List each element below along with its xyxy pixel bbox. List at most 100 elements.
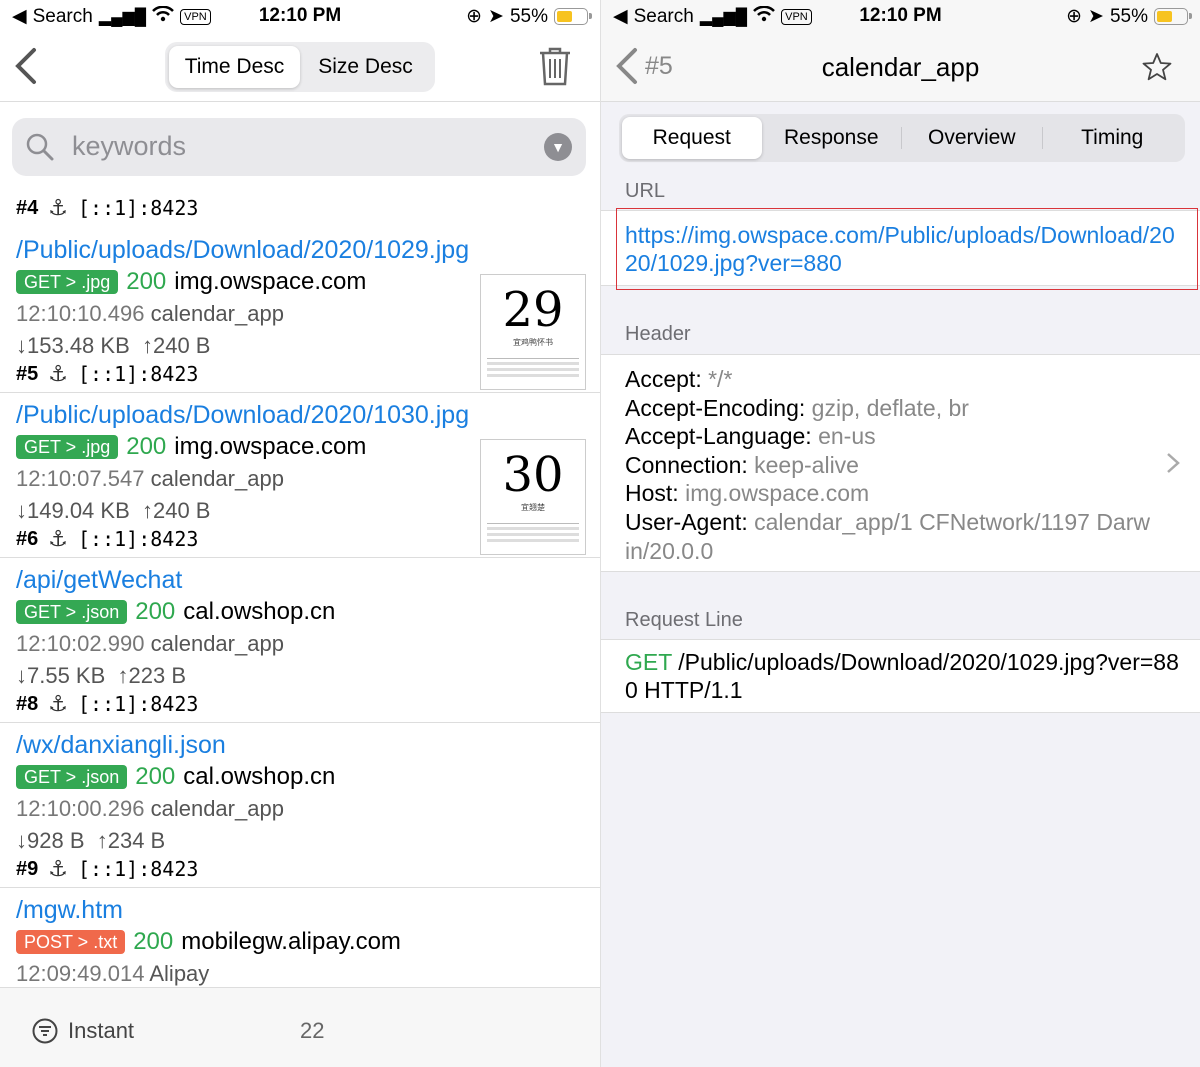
header-row: Accept: */* bbox=[625, 365, 1150, 394]
filter-icon[interactable] bbox=[32, 1018, 58, 1049]
method-badge: GET > .json bbox=[16, 600, 128, 624]
image-thumbnail[interactable]: 29 宜鸡鸭怀书 bbox=[480, 274, 586, 390]
image-thumbnail[interactable]: 30 宜翘楚 bbox=[480, 439, 586, 555]
host: cal.owshop.cn bbox=[183, 598, 336, 625]
status-bar: ◀ Search ▂▄▆█ VPN 12:10 PM ⊕ ➤ 55% bbox=[0, 0, 600, 34]
header-key: Accept: bbox=[625, 366, 702, 392]
list-item[interactable]: /mgw.htm POST > .txt 200 mobilegw.alipay… bbox=[0, 888, 600, 998]
header-value: img.owspace.com bbox=[685, 480, 870, 507]
trash-icon[interactable] bbox=[538, 46, 572, 86]
request-path: /Public/uploads/Download/2020/1029.jpg bbox=[16, 236, 470, 264]
tab-timing[interactable]: Timing bbox=[1043, 117, 1183, 159]
header-row: Accept-Language: en-us bbox=[625, 422, 1150, 451]
app-name: calendar_app bbox=[150, 796, 284, 821]
anchor-icon: ⚓ bbox=[48, 691, 68, 716]
request-line-card[interactable]: GET /Public/uploads/Download/2020/1029.j… bbox=[601, 639, 1200, 713]
client-address: [::1]:8423 bbox=[77, 692, 199, 716]
headers-card[interactable]: Accept: */* Accept-Encoding: gzip, defla… bbox=[601, 354, 1200, 572]
filter-mode-label[interactable]: Instant bbox=[68, 1018, 134, 1044]
detail-navbar: #5 calendar_app bbox=[601, 34, 1200, 102]
anchor-icon: ⚓ bbox=[48, 526, 68, 551]
header-key: Accept-Language: bbox=[625, 423, 812, 450]
request-list-screen: ◀ Search ▂▄▆█ VPN 12:10 PM ⊕ ➤ 55% Time … bbox=[0, 0, 600, 1067]
chevron-down-icon[interactable]: ▼ bbox=[544, 133, 572, 161]
timestamp: 12:10:10.496 bbox=[16, 301, 145, 326]
header-row: Connection: keep-alive bbox=[625, 451, 1150, 480]
request-id: #4 bbox=[16, 196, 39, 219]
header-value: gzip, deflate, br bbox=[811, 394, 969, 421]
request-id: #6 bbox=[16, 527, 39, 550]
upload-size: ↑234 B bbox=[96, 828, 166, 853]
method-badge: GET > .json bbox=[16, 765, 128, 789]
request-path: /Public/uploads/Download/2020/1030.jpg bbox=[16, 401, 470, 429]
status-code: 200 bbox=[126, 433, 167, 460]
header-row: User-Agent: calendar_app/1 CFNetwork/119… bbox=[625, 508, 1150, 565]
host: cal.owshop.cn bbox=[183, 763, 336, 790]
anchor-icon: ⚓ bbox=[48, 856, 68, 881]
timestamp: 12:09:49.014 bbox=[16, 961, 145, 986]
url-card[interactable]: https://img.owspace.com/Public/uploads/D… bbox=[601, 208, 1200, 290]
header-key: Host: bbox=[625, 480, 679, 507]
battery-percent: 55% bbox=[1109, 5, 1148, 27]
request-method: GET bbox=[625, 649, 672, 675]
request-count: 22 bbox=[300, 1018, 325, 1043]
list-item[interactable]: /api/getWechat GET > .json 200 cal.owsho… bbox=[0, 558, 600, 723]
host: img.owspace.com bbox=[174, 433, 367, 460]
upload-size: ↑240 B bbox=[141, 333, 211, 358]
header-value: */* bbox=[708, 366, 733, 392]
list-item[interactable]: /Public/uploads/Download/2020/1030.jpg G… bbox=[0, 393, 600, 558]
app-name: Alipay bbox=[149, 961, 210, 986]
thumbnail-number: 30 bbox=[502, 447, 564, 503]
download-size: ↓928 B bbox=[16, 828, 85, 853]
status-code: 200 bbox=[133, 928, 174, 955]
thumbnail-number: 29 bbox=[502, 282, 564, 338]
header-row: Accept-Encoding: gzip, deflate, br bbox=[625, 394, 1150, 423]
app-name: calendar_app bbox=[150, 301, 284, 326]
star-icon[interactable] bbox=[1142, 52, 1172, 87]
search-icon bbox=[26, 133, 54, 166]
tab-request[interactable]: Request bbox=[622, 117, 762, 159]
search-bar[interactable]: keywords ▼ bbox=[12, 118, 586, 176]
download-size: ↓153.48 KB bbox=[16, 333, 130, 358]
detail-tabs: Request Response Overview Timing bbox=[619, 114, 1185, 162]
page-title: calendar_app bbox=[821, 52, 980, 82]
back-chevron-icon[interactable] bbox=[14, 46, 38, 93]
location-icon: ➤ bbox=[1088, 6, 1104, 27]
method-badge: GET > .jpg bbox=[16, 270, 119, 294]
rotation-lock-icon: ⊕ bbox=[1066, 6, 1083, 27]
header-key: User-Agent: bbox=[625, 508, 748, 535]
list-item[interactable]: /wx/danxiangli.json GET > .json 200 cal.… bbox=[0, 723, 600, 888]
anchor-icon: ⚓ bbox=[48, 195, 68, 220]
tab-response[interactable]: Response bbox=[762, 117, 902, 159]
list-item[interactable]: /Public/uploads/Download/2020/1029.jpg G… bbox=[0, 228, 600, 393]
sort-size-desc[interactable]: Size Desc bbox=[300, 46, 431, 88]
bottom-toolbar: Instant 22 bbox=[0, 987, 600, 1067]
request-path: /wx/danxiangli.json bbox=[16, 731, 226, 759]
battery-percent: 55% bbox=[509, 5, 548, 27]
request-url[interactable]: https://img.owspace.com/Public/uploads/D… bbox=[625, 221, 1176, 277]
status-bar: ◀ Search ▂▄▆█ VPN 12:10 PM ⊕ ➤ 55% bbox=[601, 0, 1200, 34]
sort-time-desc[interactable]: Time Desc bbox=[169, 46, 300, 88]
battery-icon bbox=[554, 8, 592, 25]
request-path: /api/getWechat bbox=[16, 566, 183, 594]
app-name: calendar_app bbox=[150, 466, 284, 491]
upload-size: ↑240 B bbox=[141, 498, 211, 523]
request-line-section-header: Request Line bbox=[625, 609, 743, 631]
sort-segmented-control: Time Desc Size Desc bbox=[165, 42, 435, 92]
client-address: [::1]:8423 bbox=[77, 527, 199, 551]
list-item[interactable]: #4 ⚓ [::1]:8423 bbox=[0, 190, 600, 228]
header-value: keep-alive bbox=[754, 451, 859, 478]
chevron-right-icon[interactable] bbox=[1166, 450, 1180, 481]
list-navbar: Time Desc Size Desc bbox=[0, 34, 600, 102]
download-size: ↓149.04 KB bbox=[16, 498, 130, 523]
tab-overview[interactable]: Overview bbox=[902, 117, 1042, 159]
client-address: [::1]:8423 bbox=[77, 362, 199, 386]
method-badge: GET > .jpg bbox=[16, 435, 119, 459]
status-code: 200 bbox=[135, 763, 176, 790]
upload-size: ↑223 B bbox=[117, 663, 187, 688]
status-code: 200 bbox=[135, 598, 176, 625]
search-input[interactable]: keywords bbox=[72, 131, 186, 162]
header-key: Connection: bbox=[625, 451, 748, 478]
anchor-icon: ⚓ bbox=[48, 361, 68, 386]
host: img.owspace.com bbox=[174, 268, 367, 295]
